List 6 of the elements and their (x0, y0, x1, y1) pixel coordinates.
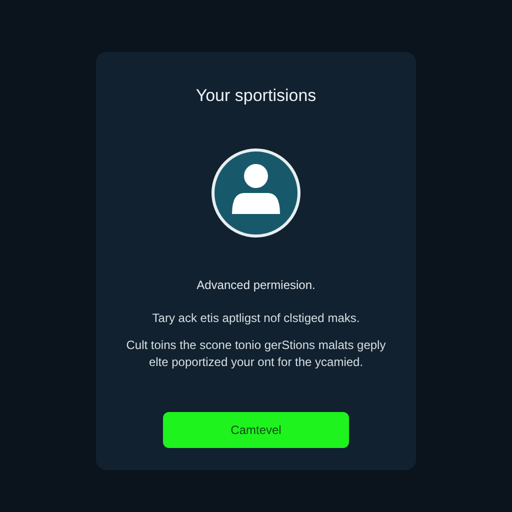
user-avatar-icon (211, 148, 301, 238)
permission-heading: Advanced permiesion. (196, 278, 316, 292)
description-text: Cult toins the scone tonio gerStions malats geply elte poportized your ont for the ycamied. (125, 337, 387, 371)
description-text: Tary ack etis aptligst nof clstiged maks. (152, 310, 360, 327)
dialog-title: Your sportisions (196, 86, 316, 106)
continue-button[interactable]: Camtevel (163, 412, 349, 448)
